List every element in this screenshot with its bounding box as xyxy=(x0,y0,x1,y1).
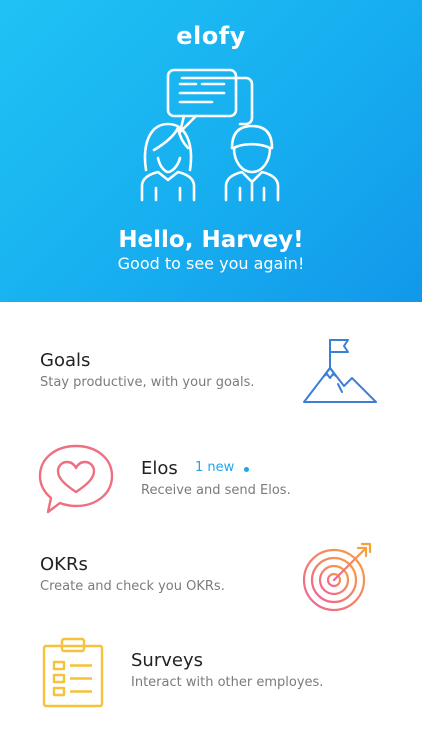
menu-item-goals[interactable]: Goals Stay productive, with your goals. xyxy=(0,330,422,426)
greeting-title: Hello, Harvey! xyxy=(118,227,304,253)
menu-item-elos[interactable]: Elos 1 new Receive and send Elos. xyxy=(0,428,422,524)
menu-item-title: Elos xyxy=(141,458,178,479)
menu-item-description: Receive and send Elos. xyxy=(141,483,291,498)
header-banner: elofy Hello, Harvey! Good to see you aga… xyxy=(0,0,422,302)
new-indicator-dot xyxy=(244,467,249,472)
menu-item-title: OKRs xyxy=(40,554,88,575)
menu-item-description: Interact with other employes. xyxy=(131,675,324,690)
menu-item-surveys[interactable]: Surveys Interact with other employes. xyxy=(0,628,422,724)
menu-item-description: Stay productive, with your goals. xyxy=(40,375,255,390)
menu-item-description: Create and check you OKRs. xyxy=(40,579,225,594)
clipboard-icon xyxy=(42,637,104,708)
app-logo: elofy xyxy=(176,22,246,50)
menu-item-title: Surveys xyxy=(131,650,203,671)
menu-item-okrs[interactable]: OKRs Create and check you OKRs. xyxy=(0,532,422,628)
mountain-flag-icon xyxy=(303,339,377,403)
target-arrow-icon xyxy=(302,542,372,612)
heart-speech-bubble-icon xyxy=(38,444,114,514)
new-badge: 1 new xyxy=(195,460,235,475)
chat-people-illustration xyxy=(140,68,280,202)
greeting-subtitle: Good to see you again! xyxy=(117,254,305,273)
menu-item-title: Goals xyxy=(40,350,91,371)
